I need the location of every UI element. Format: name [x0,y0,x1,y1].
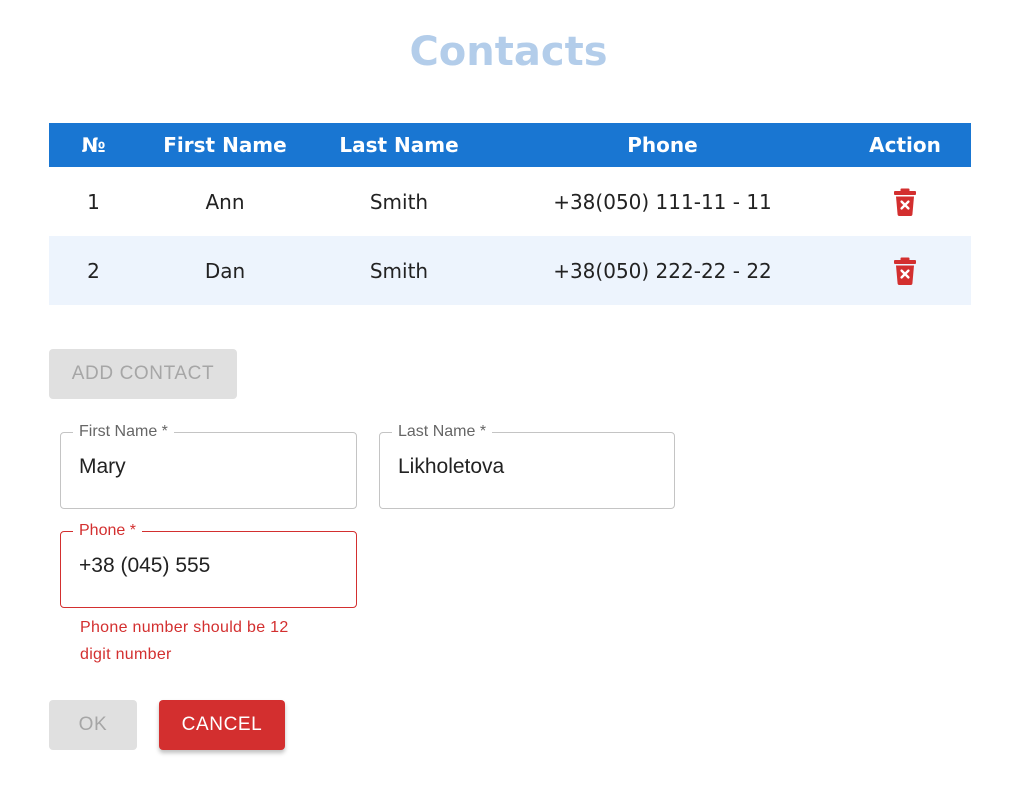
header-number: № [49,123,138,167]
header-phone: Phone [486,123,839,167]
cell-phone: +38(050) 222-22 - 22 [486,236,839,305]
table-header-row: № First Name Last Name Phone Action [49,123,971,167]
phone-label: Phone * [73,521,142,541]
header-action: Action [839,123,971,167]
cell-number: 1 [87,189,100,214]
delete-contact-button[interactable] [892,187,918,217]
page-title: Contacts [409,29,608,75]
last-name-label: Last Name * [392,422,493,442]
trash-icon [894,188,916,216]
first-name-field: First Name * [60,422,357,509]
contacts-table: № First Name Last Name Phone Action 1 An… [49,123,971,305]
cell-phone: +38(050) 111-11 - 11 [553,189,772,214]
cell-action [839,236,971,305]
cancel-button[interactable]: CANCEL [159,700,285,750]
cell-last-name: Smith [369,189,429,214]
cell-number: 2 [49,236,138,305]
last-name-input[interactable] [398,455,648,479]
phone-field: Phone * [60,521,357,608]
last-name-field: Last Name * [379,422,675,509]
phone-error-message: Phone number should be 12 digit number [80,619,289,663]
ok-button[interactable]: OK [49,700,137,750]
header-last-name: Last Name [312,123,486,167]
cell-first-name: Dan [138,236,312,305]
cell-action [839,167,971,236]
add-contact-button[interactable]: ADD CONTACT [49,349,237,399]
first-name-input[interactable] [79,455,329,479]
table-row: 2 Dan Smith +38(050) 222-22 - 22 [49,236,971,305]
contacts-page: Contacts № First Name Last Name Phone Ac… [0,0,1017,798]
first-name-label: First Name * [73,422,174,442]
phone-input[interactable] [79,554,329,578]
trash-icon [894,257,916,285]
table-row: 1 Ann Smith +38(050) 111-11 - 11 [49,167,971,236]
cell-first-name: Ann [205,189,245,214]
header-first-name: First Name [138,123,312,167]
cell-last-name: Smith [312,236,486,305]
delete-contact-button[interactable] [892,256,918,286]
